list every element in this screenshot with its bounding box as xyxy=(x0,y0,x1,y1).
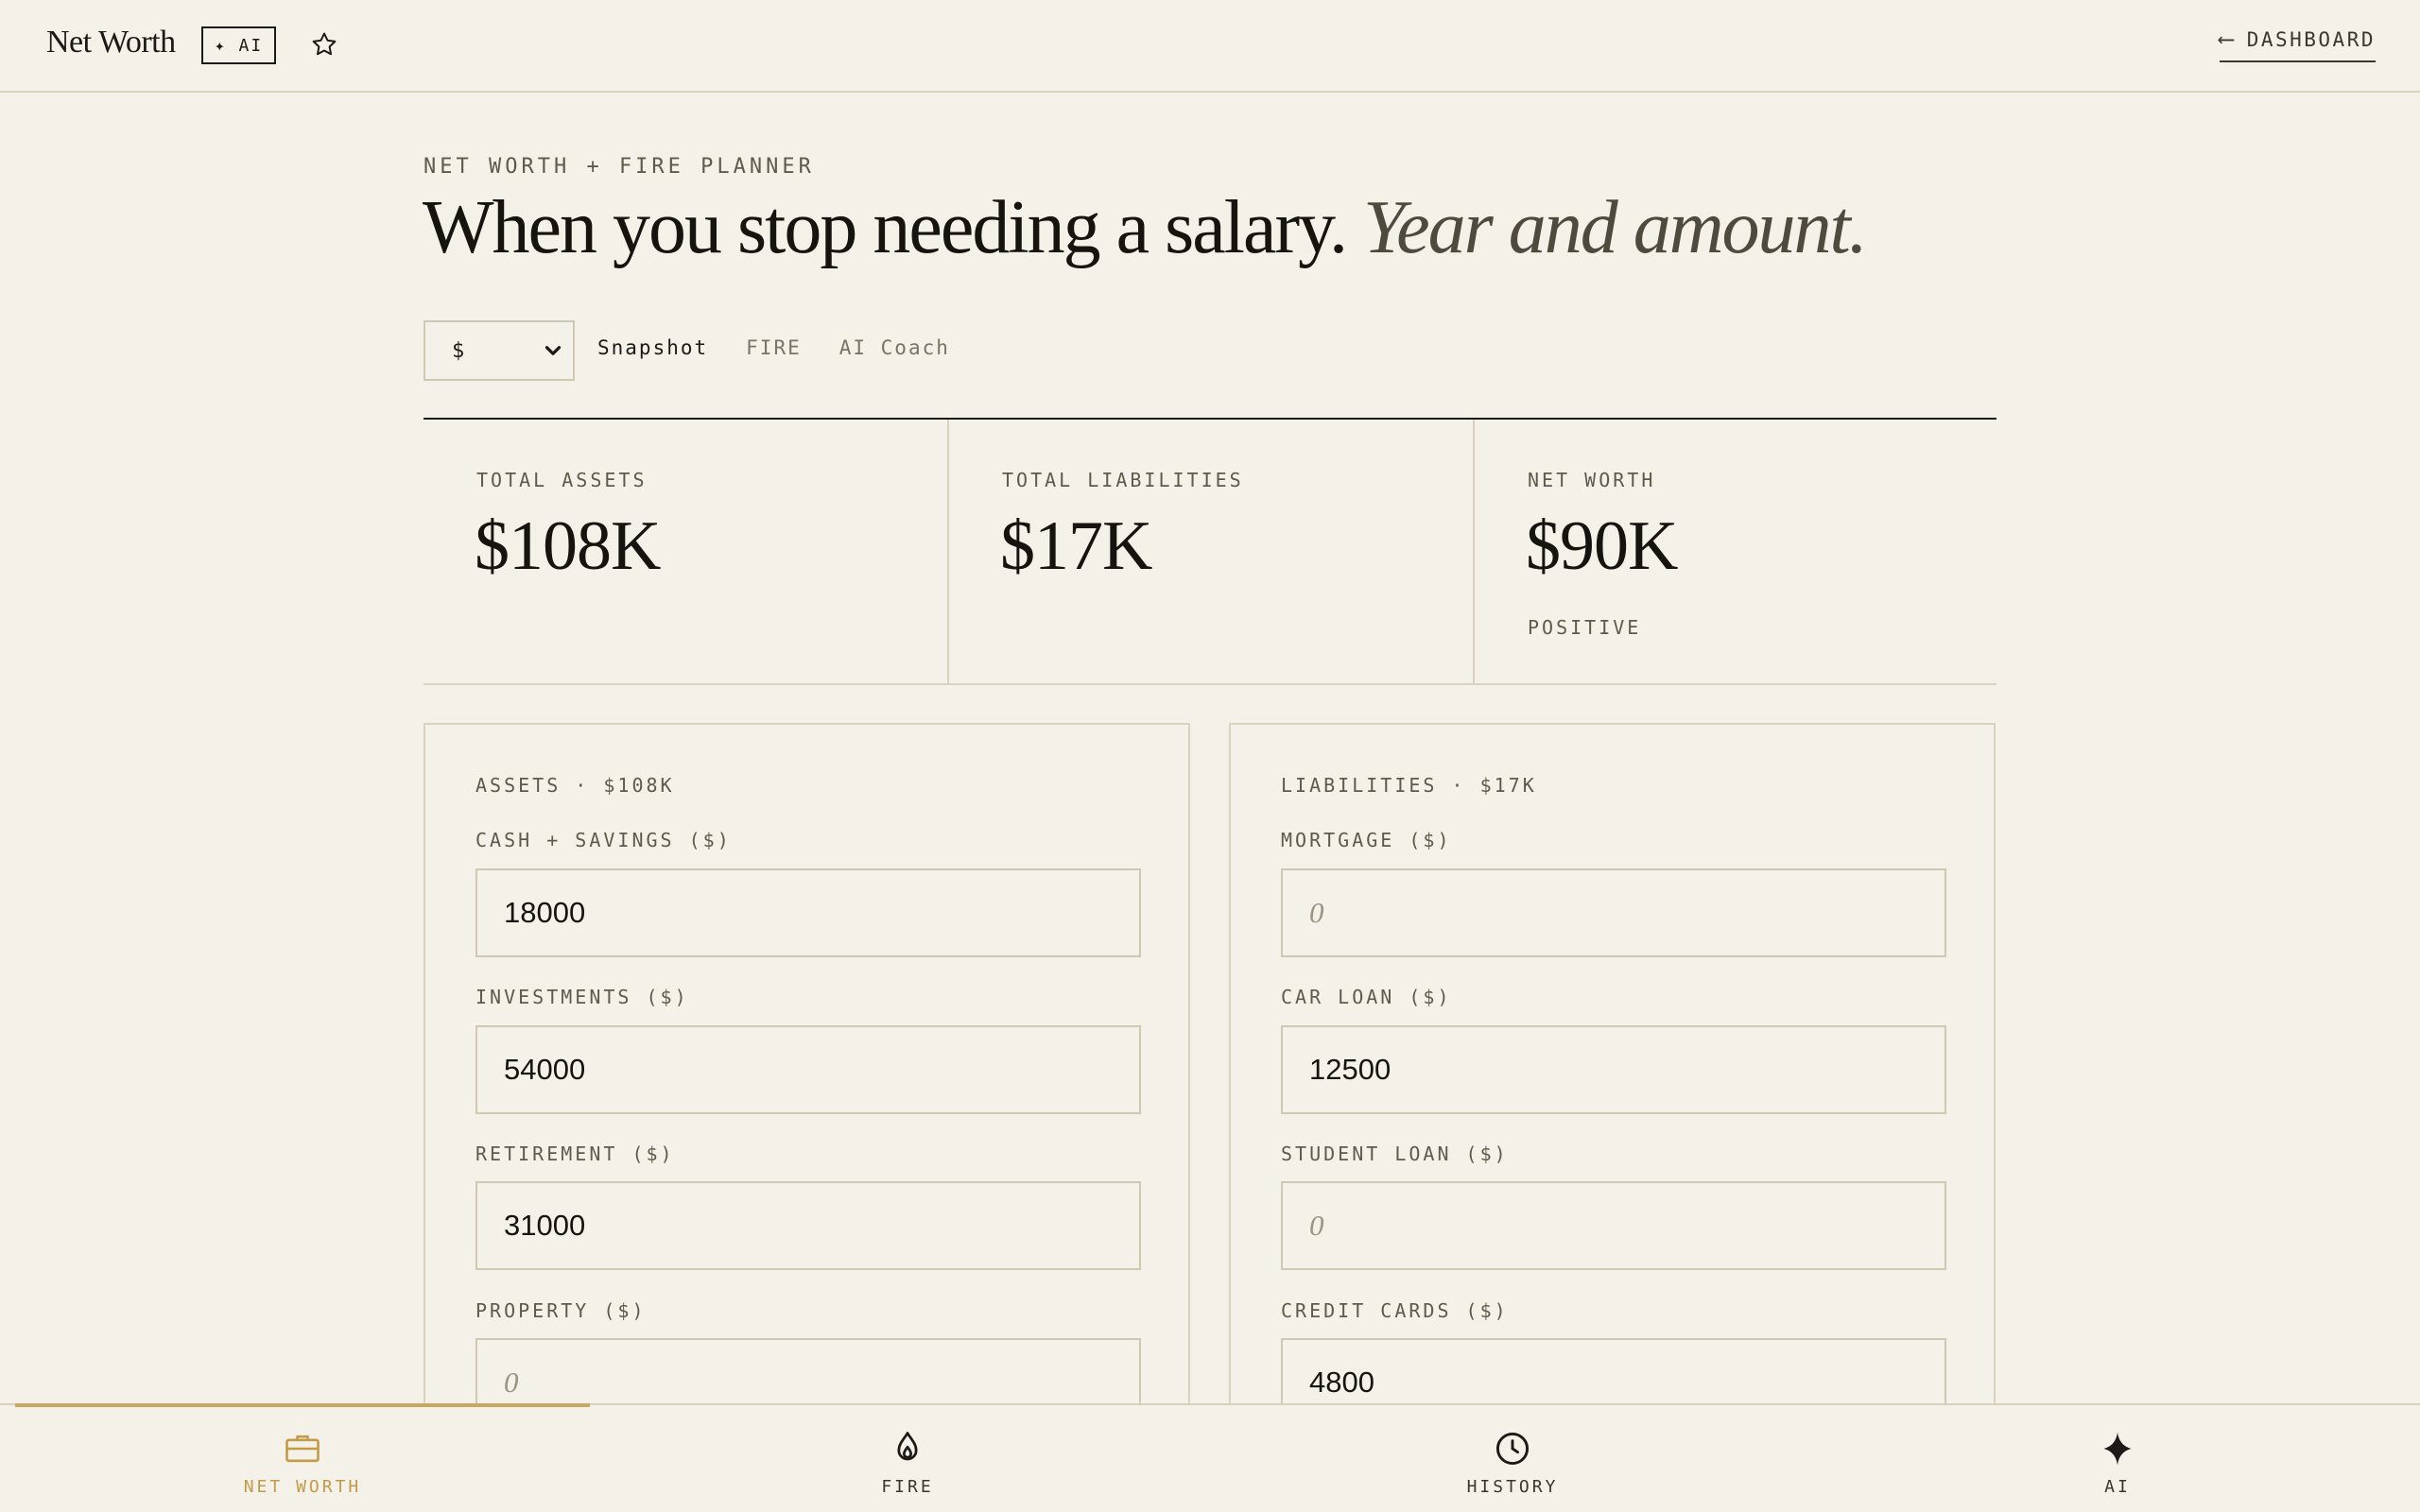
investments-label: INVESTMENTS ($) xyxy=(475,986,689,1008)
back-arrow-icon: ⟵ xyxy=(2219,26,2236,52)
cash-savings-input[interactable] xyxy=(475,868,1141,957)
clock-icon xyxy=(1495,1432,1530,1466)
mortgage-label: MORTGAGE ($) xyxy=(1281,829,1452,851)
star-icon xyxy=(312,32,337,56)
total-liabilities-value: $17K xyxy=(1000,507,1152,585)
nav-ai[interactable]: AI xyxy=(2023,1428,2212,1497)
total-assets-card: TOTAL ASSETS $108K xyxy=(424,420,947,683)
bottom-nav: NET WORTH FIRE HISTORY AI xyxy=(0,1403,2420,1512)
total-liabilities-card: TOTAL LIABILITIES $17K xyxy=(947,420,1473,683)
net-worth-card: NET WORTH $90K POSITIVE xyxy=(1473,420,1996,683)
cash-savings-label: CASH + SAVINGS ($) xyxy=(475,829,732,851)
student-loan-input[interactable] xyxy=(1281,1181,1946,1270)
headline-italic: Year and amount. xyxy=(1362,186,1868,269)
retirement-input[interactable] xyxy=(475,1181,1141,1270)
top-bar: Net Worth ✦ AI ⟵ DASHBOARD xyxy=(0,0,2420,93)
nav-net-worth[interactable]: NET WORTH xyxy=(208,1428,397,1497)
flame-icon xyxy=(897,1432,918,1461)
nav-fire[interactable]: FIRE xyxy=(813,1428,1002,1497)
total-liabilities-label: TOTAL LIABILITIES xyxy=(1002,469,1244,491)
assets-panel: ASSETS · $108K CASH + SAVINGS ($) INVEST… xyxy=(424,723,1190,1460)
tab-snapshot[interactable]: Snapshot xyxy=(597,336,708,359)
car-loan-input[interactable] xyxy=(1281,1025,1946,1114)
ai-badge[interactable]: ✦ AI xyxy=(201,26,276,64)
summary-strip: TOTAL ASSETS $108K TOTAL LIABILITIES $17… xyxy=(424,418,1996,685)
nav-label: NET WORTH xyxy=(243,1477,362,1497)
tab-ai-coach[interactable]: AI Coach xyxy=(839,336,950,359)
total-assets-value: $108K xyxy=(475,507,661,585)
app-title: Net Worth xyxy=(46,25,176,60)
currency-value: $ xyxy=(452,338,465,363)
favorite-star-button[interactable] xyxy=(310,30,338,59)
chevron-down-icon xyxy=(544,346,562,355)
sparkle-icon xyxy=(2103,1432,2132,1466)
net-worth-status: POSITIVE xyxy=(1528,616,1642,639)
nav-label: HISTORY xyxy=(1466,1477,1559,1497)
view-tabs: Snapshot FIRE AI Coach xyxy=(597,336,950,359)
net-worth-value: $90K xyxy=(1526,507,1678,585)
total-assets-label: TOTAL ASSETS xyxy=(476,469,648,491)
briefcase-icon xyxy=(285,1435,320,1463)
page-title: When you stop needing a salary. Year and … xyxy=(423,185,1868,271)
active-tab-indicator xyxy=(15,1403,590,1407)
currency-select[interactable]: $ xyxy=(424,320,575,381)
headline-text: When you stop needing a salary. xyxy=(423,186,1348,269)
investments-input[interactable] xyxy=(475,1025,1141,1114)
assets-heading: ASSETS · $108K xyxy=(475,774,675,797)
mortgage-input[interactable] xyxy=(1281,868,1946,957)
tab-fire[interactable]: FIRE xyxy=(746,336,802,359)
nav-label: FIRE xyxy=(881,1477,934,1497)
liabilities-panel: LIABILITIES · $17K MORTGAGE ($) CAR LOAN… xyxy=(1229,723,1996,1460)
liabilities-heading: LIABILITIES · $17K xyxy=(1281,774,1537,797)
nav-history[interactable]: HISTORY xyxy=(1418,1428,1607,1497)
nav-label: AI xyxy=(2104,1477,2131,1497)
property-label: PROPERTY ($) xyxy=(475,1299,647,1322)
dashboard-link-label: DASHBOARD xyxy=(2246,28,2376,51)
car-loan-label: CAR LOAN ($) xyxy=(1281,986,1452,1008)
dashboard-link[interactable]: ⟵ DASHBOARD xyxy=(2219,26,2376,62)
credit-cards-label: CREDIT CARDS ($) xyxy=(1281,1299,1509,1322)
student-loan-label: STUDENT LOAN ($) xyxy=(1281,1143,1509,1165)
page-eyebrow: NET WORTH + FIRE PLANNER xyxy=(424,155,815,179)
net-worth-label: NET WORTH xyxy=(1528,469,1656,491)
retirement-label: RETIREMENT ($) xyxy=(475,1143,675,1165)
